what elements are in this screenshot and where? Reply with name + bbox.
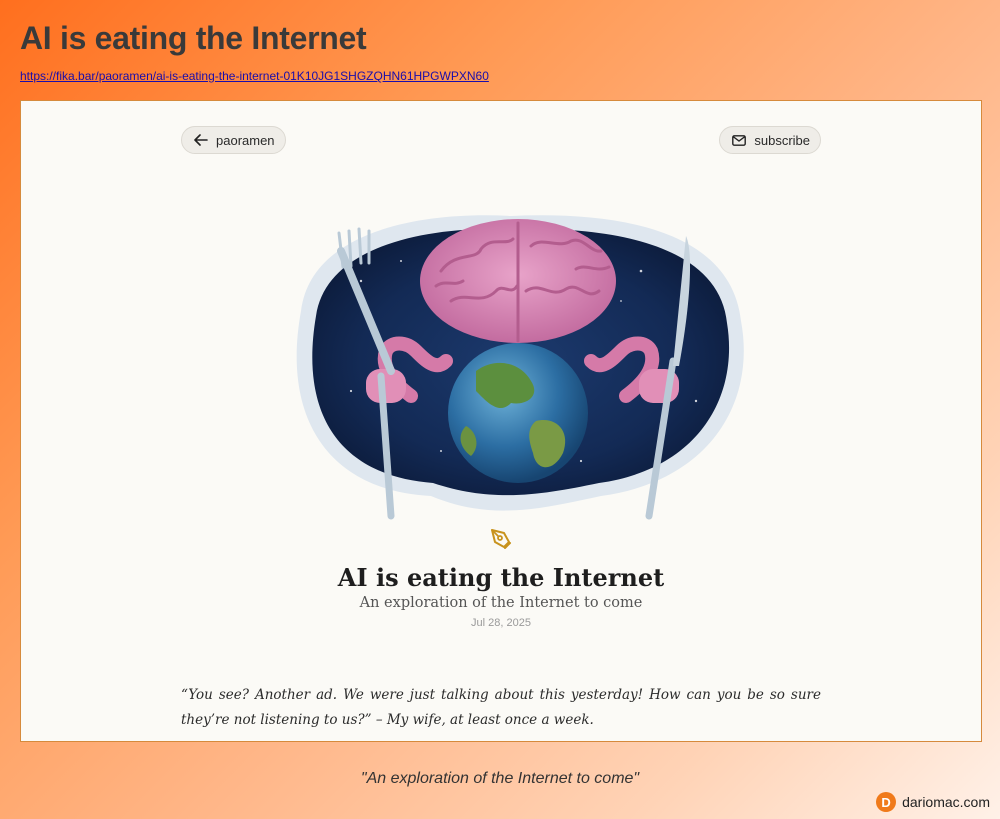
article-link[interactable]: https://fika.bar/paoramen/ai-is-eating-t…: [20, 69, 489, 83]
brand-logo-icon: D: [876, 792, 897, 812]
article-preview-frame: paoramen subscribe AI is eating the Inte…: [20, 100, 982, 742]
hero-illustration: [241, 191, 761, 531]
brand[interactable]: D dariomac.com: [876, 792, 990, 812]
pen-nib-icon: [488, 526, 514, 557]
subscribe-button-label: subscribe: [754, 132, 810, 148]
back-button[interactable]: paoramen: [181, 126, 286, 154]
page-caption: "An exploration of the Internet to come": [360, 770, 640, 787]
arrow-left-icon: [194, 134, 208, 146]
brand-name: dariomac.com: [902, 794, 990, 810]
article-quote: “You see? Another ad. We were just talki…: [181, 687, 821, 728]
article-date: Jul 28, 2025: [471, 617, 531, 629]
subscribe-button[interactable]: subscribe: [719, 126, 821, 154]
article-title: AI is eating the Internet: [337, 563, 665, 592]
mail-icon: [732, 134, 747, 146]
article-subtitle: An exploration of the Internet to come: [359, 595, 643, 611]
brain-eating-earth-illustration: [296, 215, 744, 520]
back-button-label: paoramen: [216, 132, 275, 148]
page-title: AI is eating the Internet: [20, 20, 367, 56]
